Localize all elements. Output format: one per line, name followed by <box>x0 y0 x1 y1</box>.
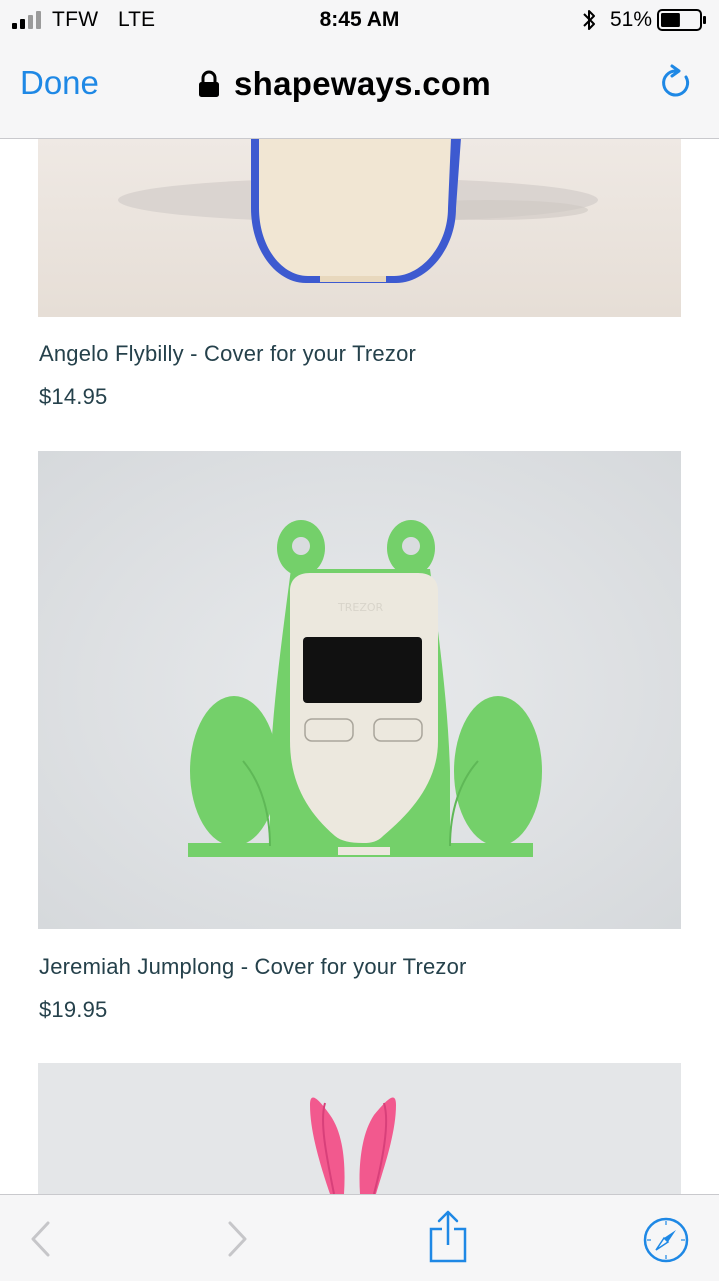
product-name[interactable]: Angelo Flybilly - Cover for your Trezor <box>39 341 416 367</box>
product-image-penguin-cover[interactable] <box>38 138 681 317</box>
bluetooth-icon <box>583 10 595 30</box>
product-image-bunny-cover[interactable] <box>38 1063 681 1194</box>
product-name[interactable]: Jeremiah Jumplong - Cover for your Trezo… <box>39 954 467 980</box>
share-icon[interactable] <box>428 1209 468 1265</box>
browser-top-chrome: TFW LTE 8:45 AM 51% Done shapeways.com <box>0 0 719 139</box>
battery-percentage: 51% <box>610 8 653 31</box>
forward-icon[interactable] <box>226 1219 250 1259</box>
battery-icon <box>657 9 706 31</box>
address-bar[interactable]: shapeways.com <box>198 64 491 104</box>
product-price: $19.95 <box>39 997 108 1022</box>
browser-toolbar <box>0 1194 719 1281</box>
product-list: Angelo Flybilly - Cover for your Trezor … <box>0 138 719 1194</box>
svg-text:TREZOR: TREZOR <box>337 601 384 614</box>
done-button[interactable]: Done <box>20 64 99 102</box>
status-bar: TFW LTE 8:45 AM 51% <box>0 0 719 40</box>
product-price: $14.95 <box>39 384 108 409</box>
back-icon[interactable] <box>28 1219 52 1259</box>
compass-icon[interactable] <box>643 1217 689 1263</box>
product-image-frog-cover[interactable]: TREZOR <box>38 451 681 929</box>
reload-icon[interactable] <box>659 64 693 100</box>
url-text: shapeways.com <box>234 65 492 102</box>
lock-icon <box>199 70 219 97</box>
